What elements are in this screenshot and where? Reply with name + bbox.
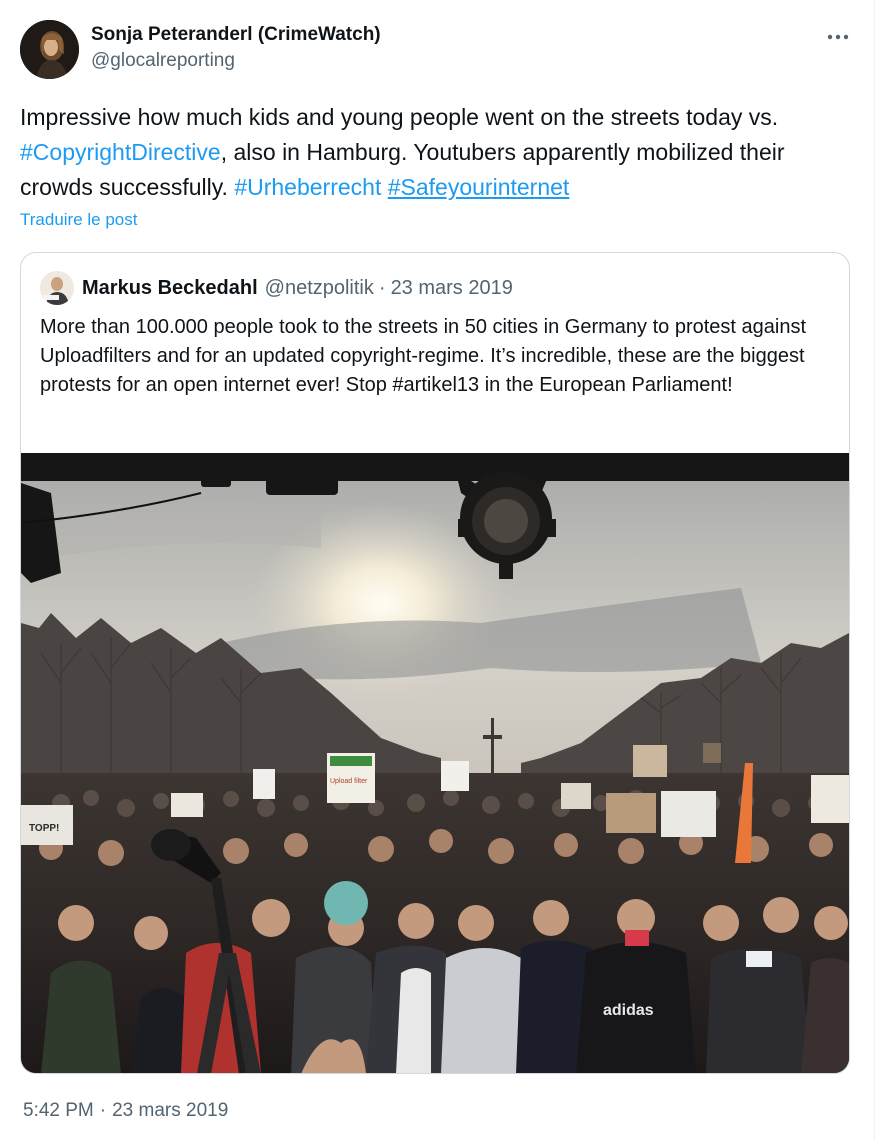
shirt-text: adidas bbox=[603, 1002, 654, 1019]
quoted-author-avatar[interactable] bbox=[40, 271, 74, 305]
tweet-text-part-1: Impressive how much kids and young peopl… bbox=[20, 104, 779, 130]
quoted-text: More than 100.000 people took to the str… bbox=[40, 316, 807, 396]
quoted-tweet[interactable]: Markus Beckedahl @netzpolitik · 23 mars … bbox=[20, 252, 850, 1074]
author-display-name[interactable]: Sonja Peteranderl (CrimeWatch) bbox=[91, 22, 381, 48]
quoted-tweet-header: Markus Beckedahl @netzpolitik · 23 mars … bbox=[40, 271, 513, 305]
tweet-header: Sonja Peteranderl (CrimeWatch) @glocalre… bbox=[20, 20, 855, 80]
hashtag-copyrightdirective[interactable]: #CopyrightDirective bbox=[20, 139, 221, 165]
timestamp-separator: · bbox=[99, 1100, 107, 1121]
more-options-button[interactable] bbox=[821, 20, 855, 54]
quoted-separator: · bbox=[378, 276, 386, 299]
quoted-photo[interactable]: TOPP! Upload filter adidas bbox=[21, 453, 849, 1073]
sign-text-2: Upload filter bbox=[330, 778, 368, 785]
protest-sign-center: Upload filter bbox=[327, 753, 375, 803]
translate-post-link[interactable]: Traduire le post bbox=[20, 210, 137, 230]
quoted-handle: @netzpolitik bbox=[264, 276, 374, 299]
quoted-date: 23 mars 2019 bbox=[390, 276, 513, 299]
more-horizontal-icon bbox=[827, 34, 849, 40]
tweet-text: Impressive how much kids and young peopl… bbox=[20, 100, 850, 205]
quoted-display-name: Markus Beckedahl bbox=[82, 276, 258, 299]
hashtag-safeyourinternet[interactable]: #Safeyourinternet bbox=[388, 174, 570, 200]
timestamp-time: 5:42 PM bbox=[23, 1100, 94, 1121]
author-names: Sonja Peteranderl (CrimeWatch) @glocalre… bbox=[91, 22, 381, 74]
hashtag-urheberrecht[interactable]: #Urheberrecht bbox=[234, 174, 381, 200]
timestamp-date: 23 mars 2019 bbox=[112, 1100, 229, 1121]
sign-text-1: TOPP! bbox=[29, 823, 59, 834]
tweet-timestamp[interactable]: 5:42 PM · 23 mars 2019 bbox=[20, 1100, 231, 1122]
tweet-detail: Sonja Peteranderl (CrimeWatch) @glocalre… bbox=[0, 0, 875, 1141]
author-handle[interactable]: @glocalreporting bbox=[91, 48, 381, 74]
author-avatar[interactable] bbox=[20, 20, 79, 79]
protest-sign-left: TOPP! bbox=[21, 805, 73, 845]
